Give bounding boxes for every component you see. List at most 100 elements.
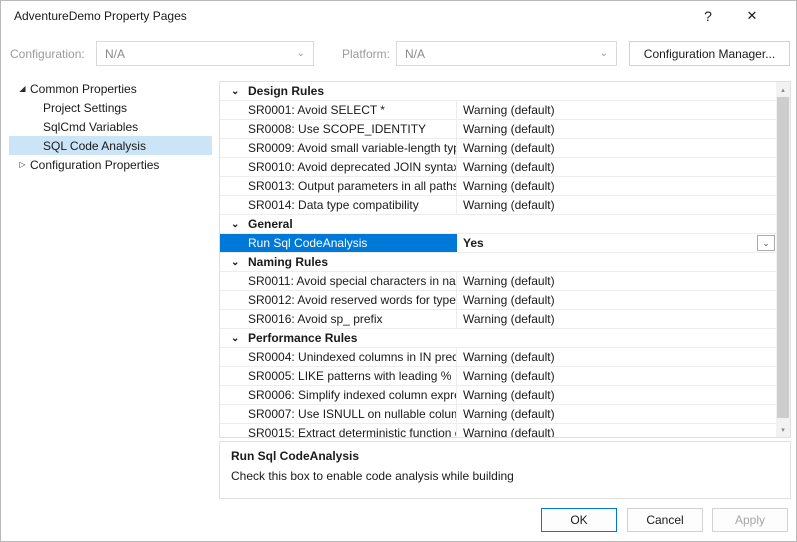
property-name[interactable]: SR0004: Unindexed columns in IN predic: [220, 348, 457, 366]
property-value[interactable]: Warning (default): [457, 386, 776, 404]
property-row-sr0006[interactable]: SR0006: Simplify indexed column expres Wa…: [220, 386, 776, 405]
tree-expand-icon[interactable]: ▷: [15, 160, 30, 169]
property-value[interactable]: Warning (default): [457, 120, 776, 138]
property-value-text: Warning (default): [463, 122, 555, 136]
chevron-down-icon: ⌄: [600, 48, 608, 59]
property-value[interactable]: Warning (default): [457, 196, 776, 214]
property-row-sr0005[interactable]: SR0005: LIKE patterns with leading % Warn…: [220, 367, 776, 386]
help-button[interactable]: ?: [692, 1, 724, 31]
tree-item-label: SqlCmd Variables: [43, 120, 138, 134]
property-pages-dialog: AdventureDemo Property Pages ? ✕ Configu…: [0, 0, 797, 542]
tree-item-label: Project Settings: [43, 101, 127, 115]
chevron-down-icon[interactable]: ⌄: [231, 257, 248, 268]
property-value-text: Warning (default): [463, 350, 555, 364]
group-label: General: [248, 217, 293, 231]
property-row-sr0015[interactable]: SR0015: Extract deterministic function c…: [220, 424, 776, 438]
property-value[interactable]: Warning (default): [457, 158, 776, 176]
group-header-naming-rules[interactable]: ⌄Naming Rules: [220, 253, 776, 272]
tree-item-common-properties[interactable]: ◢Common Properties: [9, 79, 212, 98]
chevron-down-icon[interactable]: ⌄: [231, 86, 248, 97]
tree-item-label: Common Properties: [30, 82, 137, 96]
group-label: Naming Rules: [248, 255, 328, 269]
property-row-sr0011[interactable]: SR0011: Avoid special characters in namW…: [220, 272, 776, 291]
configuration-value: N/A: [105, 47, 297, 61]
property-row-sr0007[interactable]: SR0007: Use ISNULL on nullable columnWar…: [220, 405, 776, 424]
property-value[interactable]: Warning (default): [457, 367, 776, 385]
property-row-run-sql-codeanalysis[interactable]: Run Sql CodeAnalysis Yes ⌄: [220, 234, 776, 253]
group-header-design-rules[interactable]: ⌄Design Rules: [220, 82, 776, 101]
configuration-label: Configuration:: [10, 47, 85, 61]
group-label: Design Rules: [248, 84, 324, 98]
configuration-manager-button[interactable]: Configuration Manager...: [629, 41, 790, 66]
property-value-text: Yes: [463, 236, 484, 250]
property-row-sr0016[interactable]: SR0016: Avoid sp_ prefixWarning (default…: [220, 310, 776, 329]
scroll-down-icon[interactable]: ▾: [776, 422, 790, 437]
property-row-sr0014[interactable]: SR0014: Data type compatibility Warning (…: [220, 196, 776, 215]
property-value[interactable]: Warning (default): [457, 272, 776, 290]
scrollbar-thumb[interactable]: [777, 97, 789, 418]
close-button[interactable]: ✕: [736, 1, 768, 31]
group-header-performance-rules[interactable]: ⌄Performance Rules: [220, 329, 776, 348]
value-dropdown-button[interactable]: ⌄: [757, 235, 775, 251]
vertical-scrollbar[interactable]: ▴ ▾: [776, 82, 790, 437]
apply-button[interactable]: Apply: [712, 508, 788, 532]
configuration-dropdown[interactable]: N/A ⌄: [96, 41, 314, 66]
tree-item-sqlcmd-variables[interactable]: SqlCmd Variables: [9, 117, 212, 136]
tree-item-project-settings[interactable]: Project Settings: [9, 98, 212, 117]
property-value-text: Warning (default): [463, 293, 555, 307]
platform-dropdown[interactable]: N/A ⌄: [396, 41, 617, 66]
platform-value: N/A: [405, 47, 600, 61]
property-value[interactable]: Warning (default): [457, 348, 776, 366]
property-row-sr0013[interactable]: SR0013: Output parameters in all paths Wa…: [220, 177, 776, 196]
property-name[interactable]: SR0013: Output parameters in all paths: [220, 177, 457, 195]
property-name[interactable]: SR0010: Avoid deprecated JOIN syntax: [220, 158, 457, 176]
property-value-text: Warning (default): [463, 198, 555, 212]
property-name[interactable]: SR0006: Simplify indexed column expres: [220, 386, 457, 404]
property-value[interactable]: Warning (default): [457, 310, 776, 328]
property-name[interactable]: SR0008: Use SCOPE_IDENTITY: [220, 120, 457, 138]
property-row-sr0001[interactable]: SR0001: Avoid SELECT * Warning (default): [220, 101, 776, 120]
chevron-down-icon: ⌄: [297, 48, 305, 59]
property-name[interactable]: SR0014: Data type compatibility: [220, 196, 457, 214]
tree-collapse-icon[interactable]: ◢: [15, 84, 30, 93]
property-name[interactable]: SR0001: Avoid SELECT *: [220, 101, 457, 119]
property-name[interactable]: SR0015: Extract deterministic function c…: [220, 424, 457, 438]
property-value[interactable]: Warning (default): [457, 424, 776, 438]
property-value-text: Warning (default): [463, 179, 555, 193]
property-row-sr0009[interactable]: SR0009: Avoid small variable-length typW…: [220, 139, 776, 158]
group-header-general[interactable]: ⌄General: [220, 215, 776, 234]
tree-item-sql-code-analysis[interactable]: SQL Code Analysis: [9, 136, 212, 155]
property-name[interactable]: SR0009: Avoid small variable-length typ: [220, 139, 457, 157]
property-value[interactable]: Warning (default): [457, 139, 776, 157]
property-name[interactable]: SR0005: LIKE patterns with leading %: [220, 367, 457, 385]
property-value-text: Warning (default): [463, 369, 555, 383]
property-name[interactable]: SR0011: Avoid special characters in nam: [220, 272, 457, 290]
ok-button[interactable]: OK: [541, 508, 617, 532]
property-value[interactable]: Warning (default): [457, 101, 776, 119]
property-row-sr0008[interactable]: SR0008: Use SCOPE_IDENTITY Warning (defau…: [220, 120, 776, 139]
property-value[interactable]: Warning (default): [457, 405, 776, 423]
chevron-down-icon[interactable]: ⌄: [231, 333, 248, 344]
cancel-button[interactable]: Cancel: [627, 508, 703, 532]
property-row-sr0012[interactable]: SR0012: Avoid reserved words for type n W…: [220, 291, 776, 310]
property-value[interactable]: Warning (default): [457, 291, 776, 309]
property-value[interactable]: Yes ⌄: [457, 234, 776, 252]
property-name[interactable]: Run Sql CodeAnalysis: [220, 234, 457, 252]
titlebar: AdventureDemo Property Pages ? ✕: [1, 1, 796, 31]
property-value-text: Warning (default): [463, 103, 555, 117]
property-name[interactable]: SR0016: Avoid sp_ prefix: [220, 310, 457, 328]
property-row-sr0004[interactable]: SR0004: Unindexed columns in IN predic Wa…: [220, 348, 776, 367]
tree-item-configuration-properties[interactable]: ▷Configuration Properties: [9, 155, 212, 174]
tree: ◢Common Properties Project Settings SqlCmd…: [9, 79, 212, 174]
property-value[interactable]: Warning (default): [457, 177, 776, 195]
scroll-up-icon[interactable]: ▴: [776, 82, 790, 97]
property-value-text: Warning (default): [463, 388, 555, 402]
chevron-down-icon[interactable]: ⌄: [231, 219, 248, 230]
property-row-sr0010[interactable]: SR0010: Avoid deprecated JOIN syntaxWarn…: [220, 158, 776, 177]
property-name[interactable]: SR0012: Avoid reserved words for type n: [220, 291, 457, 309]
grid-rows: ⌄Design RulesSR0001: Avoid SELECT *Warni…: [220, 82, 776, 438]
property-name[interactable]: SR0007: Use ISNULL on nullable column: [220, 405, 457, 423]
description-text: Check this box to enable code analysis w…: [231, 469, 779, 483]
property-grid: ⌄Design RulesSR0001: Avoid SELECT *Warni…: [219, 81, 791, 438]
close-icon: ✕: [747, 8, 758, 24]
